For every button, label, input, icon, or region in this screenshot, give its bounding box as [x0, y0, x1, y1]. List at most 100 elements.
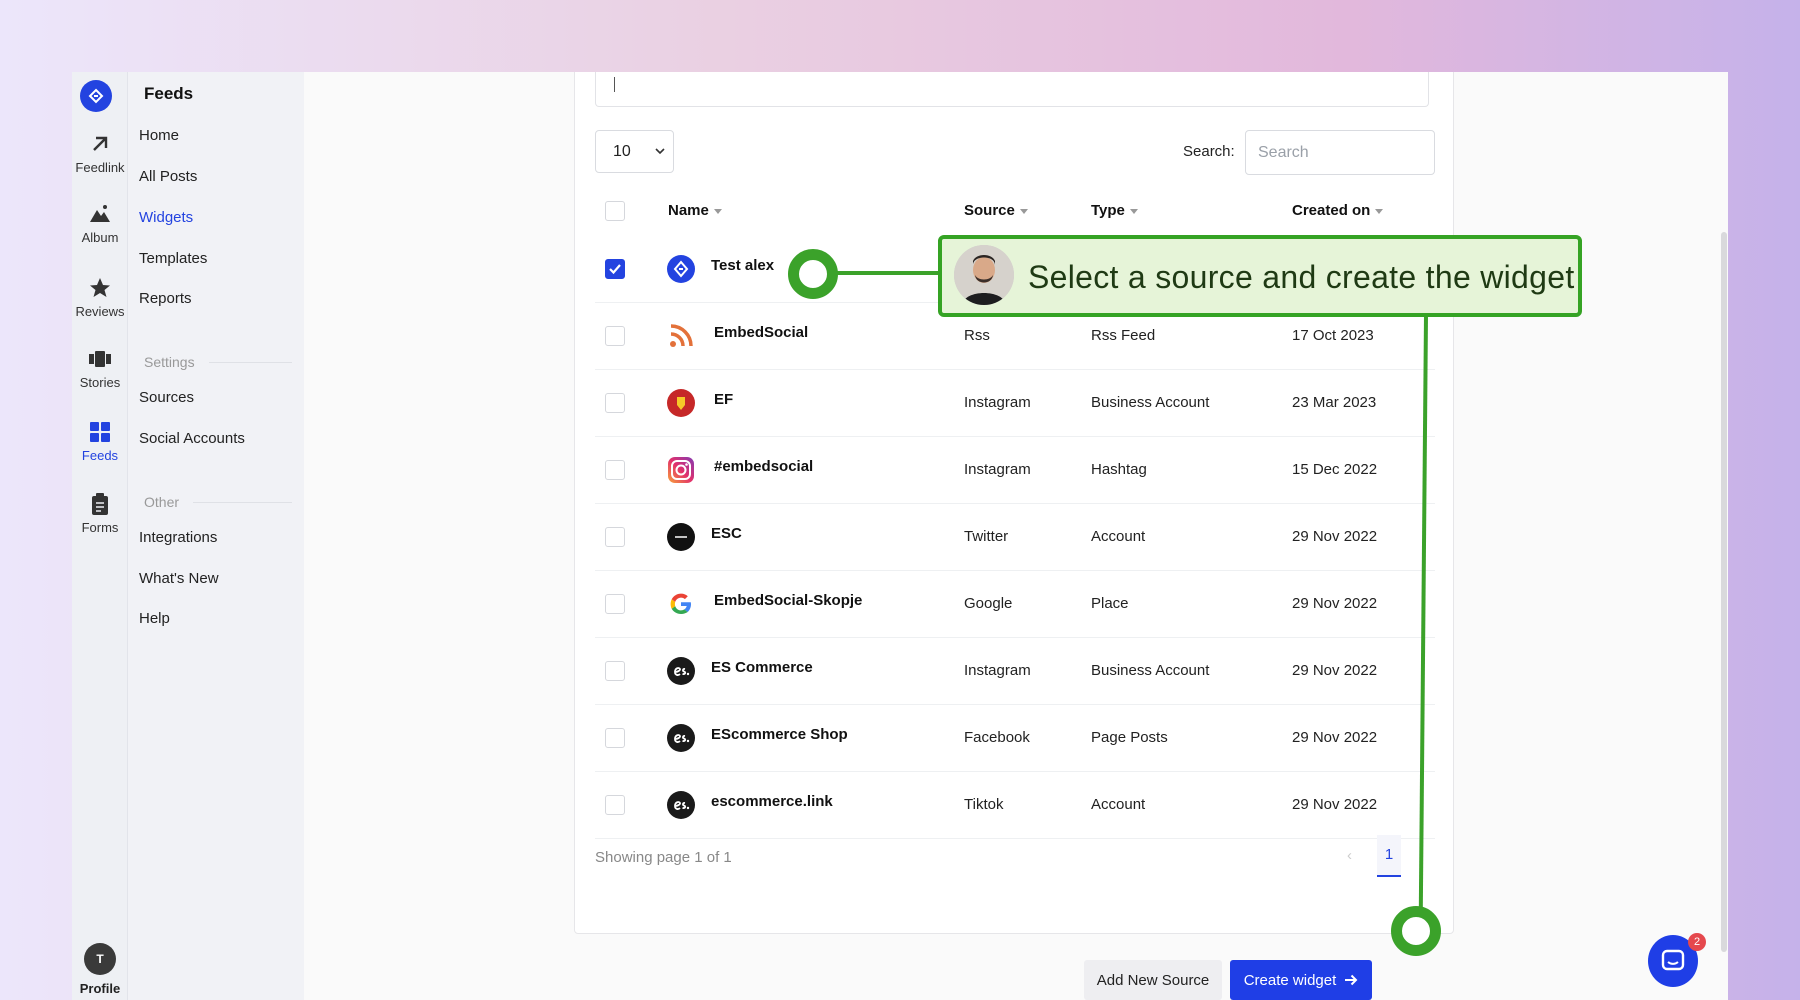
row-type: Hashtag: [1091, 461, 1147, 478]
rail-label: Feeds: [81, 448, 119, 463]
row-checkbox[interactable]: [605, 326, 625, 346]
header-label: Source: [964, 202, 1015, 219]
es-logo-icon: [667, 657, 695, 685]
row-source: Instagram: [964, 662, 1031, 679]
search-input[interactable]: [1245, 130, 1435, 175]
table-row[interactable]: EF Instagram Business Account 23 Mar 202…: [595, 370, 1435, 437]
row-type: Account: [1091, 528, 1146, 545]
embedsocial-logo-icon: [667, 255, 695, 283]
es-logo-icon: [667, 791, 695, 819]
rail-item-stories[interactable]: Stories: [72, 347, 128, 390]
embedsocial-logo-icon[interactable]: [80, 80, 112, 112]
row-created: 29 Nov 2022: [1292, 595, 1378, 612]
annotation-marker: [1391, 906, 1441, 956]
row-name: EScommerce Shop: [711, 726, 848, 743]
mountain-icon: [90, 205, 110, 222]
nav-title: Feeds: [144, 84, 194, 103]
row-type: Rss Feed: [1091, 327, 1156, 344]
row-checkbox[interactable]: [605, 728, 625, 748]
annotation-marker: [788, 249, 838, 299]
table-row[interactable]: EmbedSocial-Skopje Google Place 29 Nov 2…: [595, 571, 1435, 638]
nav-item-reports[interactable]: Reports: [139, 290, 192, 307]
pagination-page-1[interactable]: 1: [1377, 835, 1401, 877]
rail-item-forms[interactable]: Forms: [72, 492, 128, 535]
row-name: Test alex: [711, 257, 775, 274]
avatar: T: [84, 943, 116, 975]
stories-icon: [89, 351, 111, 367]
nav-item-widgets[interactable]: Widgets: [139, 209, 193, 226]
row-source: Instagram: [964, 394, 1031, 411]
row-type: Page Posts: [1091, 729, 1168, 746]
page-size-select[interactable]: 10: [595, 130, 674, 173]
column-header-created[interactable]: Created on: [1292, 202, 1384, 219]
nav-section-settings: Settings: [144, 354, 292, 370]
table-row[interactable]: #embedsocial Instagram Hashtag 15 Dec 20…: [595, 437, 1435, 504]
column-header-source[interactable]: Source: [964, 202, 1028, 219]
pagination-prev[interactable]: ‹: [1347, 847, 1352, 864]
main-content: 10 Search: Name Source Type Created on T…: [304, 72, 1728, 1000]
top-input[interactable]: [595, 72, 1429, 107]
table-row[interactable]: EScommerce Shop Facebook Page Posts 29 N…: [595, 705, 1435, 772]
row-checkbox[interactable]: [605, 259, 625, 279]
select-all-checkbox[interactable]: [605, 201, 625, 221]
row-type: Business Account: [1091, 394, 1210, 411]
table-row[interactable]: escommerce.link Tiktok Account 29 Nov 20…: [595, 772, 1435, 839]
row-checkbox[interactable]: [605, 661, 625, 681]
row-checkbox[interactable]: [605, 460, 625, 480]
row-source: Instagram: [964, 461, 1031, 478]
row-created: 29 Nov 2022: [1292, 528, 1378, 545]
nav-item-templates[interactable]: Templates: [139, 250, 207, 267]
section-label: Settings: [144, 354, 195, 370]
row-source: Facebook: [964, 729, 1030, 746]
rail-label: Stories: [79, 375, 121, 390]
rail-label: Reviews: [75, 304, 125, 319]
table-row[interactable]: ES Commerce Instagram Business Account 2…: [595, 638, 1435, 705]
add-new-source-button[interactable]: Add New Source: [1084, 960, 1222, 1000]
page-size-value: 10: [613, 142, 631, 160]
rail-item-profile[interactable]: T Profile: [72, 943, 128, 996]
rail-label: Forms: [81, 520, 119, 535]
header-label: Created on: [1292, 202, 1371, 219]
google-icon: [670, 593, 691, 614]
table-row[interactable]: ESC Twitter Account 29 Nov 2022: [595, 504, 1435, 571]
row-created: 15 Dec 2022: [1292, 461, 1378, 478]
create-widget-button[interactable]: Create widget: [1230, 960, 1372, 1000]
rail-label: Album: [81, 230, 119, 245]
row-checkbox[interactable]: [605, 527, 625, 547]
row-name: #embedsocial: [714, 458, 814, 475]
nav-item-whats-new[interactable]: What's New: [139, 570, 219, 587]
row-name: EF: [714, 391, 734, 408]
nav-item-all-posts[interactable]: All Posts: [139, 168, 197, 185]
row-name: ES Commerce: [711, 659, 813, 676]
instagram-icon: [668, 457, 694, 483]
nav-item-sources[interactable]: Sources: [139, 389, 194, 406]
arrow-right-icon: [1345, 974, 1358, 986]
rail-item-feedlink[interactable]: Feedlink: [72, 132, 128, 175]
rail-item-reviews[interactable]: Reviews: [72, 276, 128, 319]
row-name: ESC: [711, 525, 742, 542]
column-header-type[interactable]: Type: [1091, 202, 1138, 219]
rail-item-feeds[interactable]: Feeds: [72, 420, 128, 463]
es-logo-icon: [667, 724, 695, 752]
row-source: Rss: [964, 327, 990, 344]
chat-icon: [1661, 949, 1685, 971]
row-checkbox[interactable]: [605, 393, 625, 413]
column-header-name[interactable]: Name: [668, 202, 722, 219]
nav-item-social-accounts[interactable]: Social Accounts: [139, 430, 245, 447]
rail-item-album[interactable]: Album: [72, 202, 128, 245]
search-label: Search:: [1183, 143, 1235, 160]
arrow-up-right-icon: [93, 136, 108, 151]
sort-icon: [1129, 208, 1138, 214]
row-checkbox[interactable]: [605, 594, 625, 614]
nav-item-integrations[interactable]: Integrations: [139, 529, 217, 546]
row-checkbox[interactable]: [605, 795, 625, 815]
header-label: Name: [668, 202, 709, 219]
row-name: EmbedSocial: [714, 324, 809, 341]
nav-item-help[interactable]: Help: [139, 610, 170, 627]
nav-item-home[interactable]: Home: [139, 127, 179, 144]
sources-card: 10 Search: Name Source Type Created on T…: [574, 72, 1454, 934]
sort-icon: [1019, 208, 1028, 214]
star-icon: [90, 278, 110, 297]
row-created: 29 Nov 2022: [1292, 662, 1378, 679]
scrollbar[interactable]: [1721, 232, 1727, 952]
